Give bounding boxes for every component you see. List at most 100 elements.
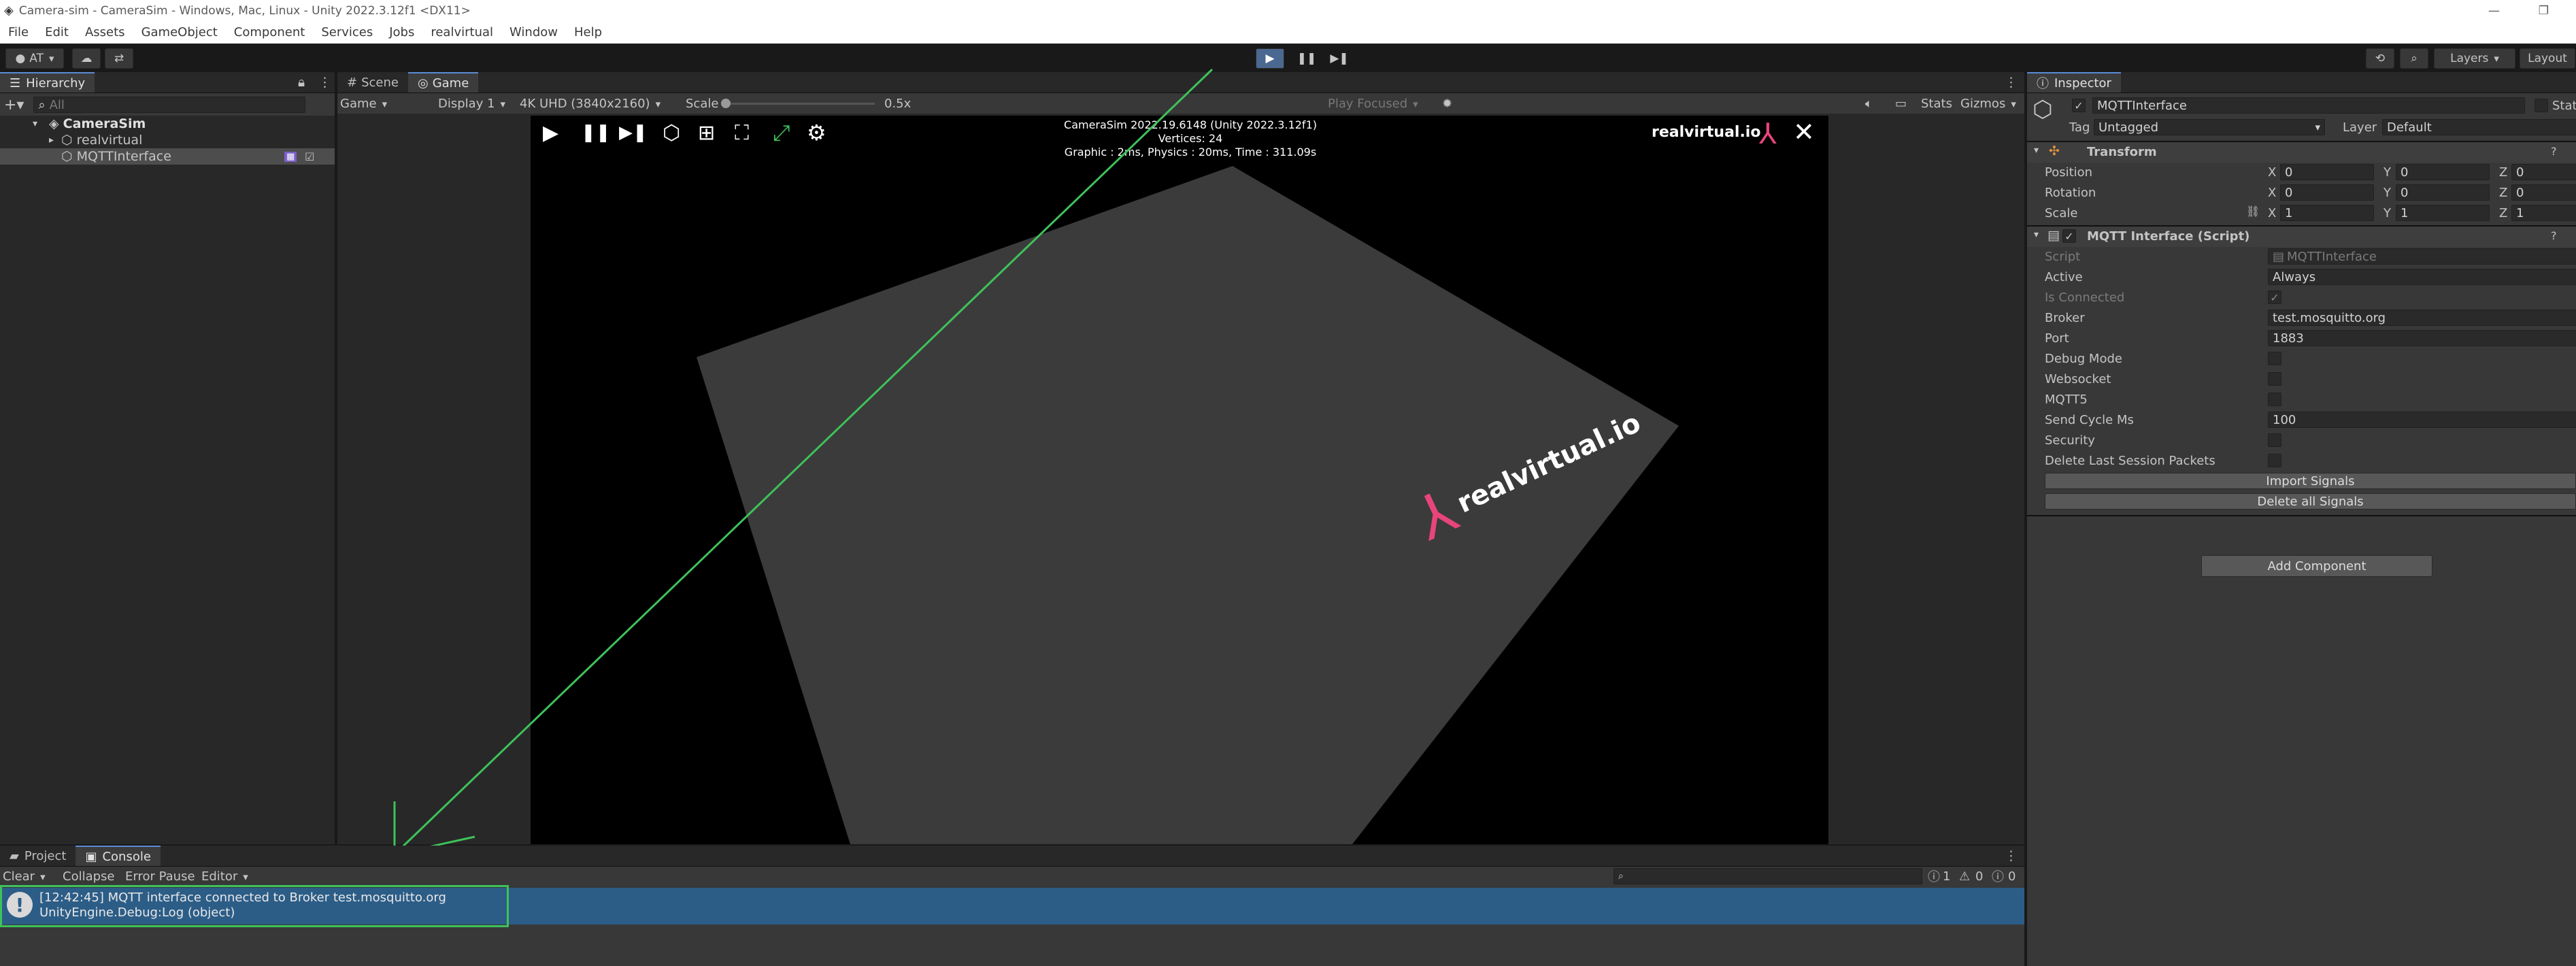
bug-icon[interactable]: ✹	[1442, 97, 1452, 111]
debug-mode-checkbox[interactable]	[2268, 352, 2281, 365]
layer-dropdown[interactable]: Default	[2382, 119, 2576, 135]
help-icon[interactable]: ?	[2551, 145, 2557, 158]
panel-menu-icon[interactable]: ⋮	[2005, 848, 2018, 863]
rotation-z-field[interactable]: 0	[2511, 184, 2576, 201]
grid-layout-icon[interactable]: ⊞	[698, 121, 715, 145]
search-button[interactable]: ⌕	[2400, 48, 2428, 69]
scale-z-field[interactable]: 1	[2511, 205, 2576, 221]
axis-z-label: Z	[2499, 206, 2508, 220]
websocket-checkbox[interactable]	[2268, 372, 2281, 386]
game-viewport[interactable]: ⅄ realvirtual.io ▶ ❚❚ ▶❚ ⬡ ⊞ ⛶ ⤢ ⚙ Camer…	[531, 116, 1828, 844]
scale-x-field[interactable]: 1	[2280, 205, 2374, 221]
menu-services[interactable]: Services	[321, 25, 373, 39]
menu-assets[interactable]: Assets	[85, 25, 125, 39]
clear-button[interactable]: Clear	[3, 869, 46, 884]
menu-help[interactable]: Help	[574, 25, 602, 39]
settings-icon[interactable]: ⚙	[807, 120, 826, 146]
tree-item-selected[interactable]: ⬡ MQTTInterface ▦ ☑	[0, 148, 335, 165]
account-dropdown[interactable]: ● AT	[5, 48, 64, 69]
menu-window[interactable]: Window	[509, 25, 558, 39]
focus-icon[interactable]: ⛶	[735, 121, 749, 145]
add-component-button[interactable]: Add Component	[2201, 555, 2432, 577]
help-icon[interactable]: ?	[2551, 229, 2557, 242]
close-icon[interactable]: ✕	[1793, 117, 1815, 147]
pause-button[interactable]: ❚❚	[1292, 48, 1321, 69]
broker-field[interactable]: test.mosquitto.org	[2268, 310, 2576, 326]
game-mode-dropdown[interactable]: Game	[340, 97, 422, 111]
position-z-field[interactable]: 0	[2511, 164, 2576, 180]
delete-last-session-checkbox[interactable]	[2268, 454, 2281, 467]
transform-header[interactable]: ▾ ✣ Transform ?	[2027, 142, 2576, 163]
tree-scene-row[interactable]: ▾ ◈ CameraSim	[0, 116, 335, 132]
active-dropdown[interactable]: Always	[2268, 269, 2576, 285]
send-cycle-field[interactable]: 100	[2268, 412, 2576, 428]
position-y-field[interactable]: 0	[2396, 164, 2490, 180]
mqtt5-checkbox[interactable]	[2268, 393, 2281, 406]
menu-jobs[interactable]: Jobs	[389, 25, 414, 39]
scale-y-field[interactable]: 1	[2396, 205, 2490, 221]
script-component-header[interactable]: ▾ ▤ ✓ MQTT Interface (Script) ?	[2027, 227, 2576, 247]
tab-project[interactable]: ▰ Project	[0, 846, 76, 866]
play-icon[interactable]: ▶	[543, 121, 558, 145]
security-checkbox[interactable]	[2268, 433, 2281, 447]
display-dropdown[interactable]: Display 1	[438, 97, 505, 111]
menu-component[interactable]: Component	[234, 25, 305, 39]
display-icon[interactable]: ▭	[1895, 97, 1907, 111]
menu-file[interactable]: File	[8, 25, 29, 39]
layers-dropdown[interactable]: Layers	[2434, 48, 2515, 69]
minimize-button[interactable]: —	[2488, 4, 2500, 18]
menu-edit[interactable]: Edit	[45, 25, 69, 39]
scale-slider-thumb[interactable]	[721, 99, 731, 108]
static-checkbox[interactable]	[2535, 99, 2548, 112]
rotation-y-field[interactable]: 0	[2396, 184, 2490, 201]
play-focused-dropdown[interactable]: Play Focused	[1328, 97, 1418, 111]
tab-hierarchy[interactable]: ☰ Hierarchy	[0, 72, 95, 93]
port-field[interactable]: 1883	[2268, 330, 2576, 346]
layout-dropdown[interactable]: Layout	[2520, 48, 2575, 69]
tab-game[interactable]: ◎ Game	[407, 72, 479, 93]
menu-gameobject[interactable]: GameObject	[141, 25, 218, 39]
editor-dropdown[interactable]: Editor	[201, 869, 248, 884]
checkbox-icon[interactable]: ☑	[305, 150, 314, 163]
stats-toggle[interactable]: Stats	[1921, 97, 1952, 111]
error-pause-button[interactable]: Error Pause	[125, 869, 195, 884]
cloud-button[interactable]: ☁	[72, 48, 101, 69]
console-search-input[interactable]: ⌕	[1613, 868, 1922, 884]
log-count-icon[interactable]: ⓘ	[1928, 867, 1940, 885]
step-icon[interactable]: ▶❚	[619, 122, 648, 143]
tree-item[interactable]: ▸ ⬡ realvirtual	[0, 132, 335, 148]
tab-console[interactable]: ▣ Console	[76, 846, 161, 866]
lock-icon[interactable]: 🔒︎	[298, 75, 305, 90]
collab-button[interactable]: ⇄	[105, 48, 133, 69]
resolution-dropdown[interactable]: 4K UHD (3840x2160)	[520, 97, 660, 111]
component-enabled-checkbox[interactable]: ✓	[2062, 229, 2076, 243]
tab-inspector[interactable]: ⓘ Inspector	[2027, 72, 2121, 93]
panel-menu-icon[interactable]: ⋮	[2005, 75, 2018, 90]
tag-dropdown[interactable]: Untagged	[2094, 119, 2325, 135]
expand-icon[interactable]: ⤢	[773, 120, 790, 146]
delete-all-signals-button[interactable]: Delete all Signals	[2045, 493, 2576, 510]
object-name-field[interactable]: MQTTInterface	[2092, 97, 2525, 114]
hierarchy-search-input[interactable]: ⌕ All	[33, 97, 306, 113]
mute-icon[interactable]: 🔈︎	[1865, 97, 1873, 111]
active-checkbox[interactable]: ✓	[2072, 99, 2086, 112]
link-icon[interactable]: ⛓	[2246, 205, 2260, 218]
menu-realvirtual[interactable]: realvirtual	[431, 25, 493, 39]
rotation-x-field[interactable]: 0	[2280, 184, 2374, 201]
history-button[interactable]: ⟲	[2366, 48, 2394, 69]
scale-slider[interactable]	[721, 99, 875, 108]
import-signals-button[interactable]: Import Signals	[2045, 473, 2576, 489]
panel-menu-icon[interactable]: ⋮	[318, 75, 331, 90]
collapse-button[interactable]: Collapse	[63, 869, 115, 884]
play-button[interactable]: ▶	[1256, 48, 1284, 69]
position-x-field[interactable]: 0	[2280, 164, 2374, 180]
warning-count-icon[interactable]: ⚠	[1959, 869, 1970, 884]
pause-icon[interactable]: ❚❚	[581, 122, 611, 143]
step-button[interactable]: ▶❚	[1325, 48, 1354, 69]
add-icon[interactable]: +▾	[4, 97, 24, 114]
gizmos-dropdown[interactable]: Gizmos	[1960, 97, 2016, 111]
tab-scene[interactable]: # Scene	[337, 72, 408, 93]
error-count-icon[interactable]: ⓘ	[1992, 867, 2004, 885]
restore-button[interactable]: ❐	[2539, 4, 2549, 18]
view-cube-icon[interactable]: ⬡	[663, 121, 680, 145]
